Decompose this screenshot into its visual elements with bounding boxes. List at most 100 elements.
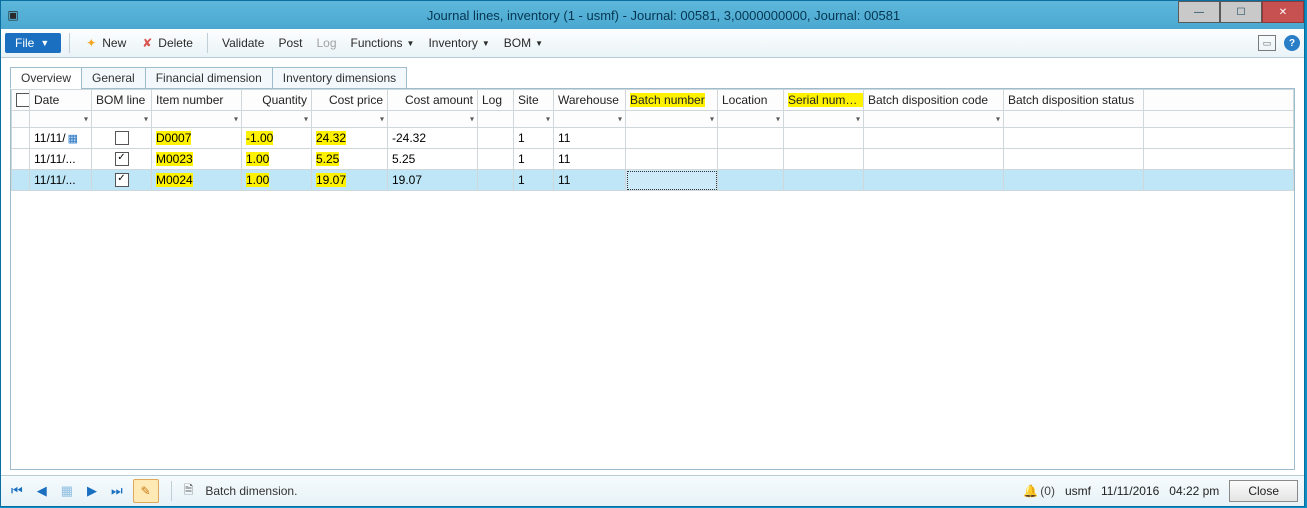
checkbox-icon[interactable]: ✓ (115, 152, 129, 166)
cell-site[interactable]: 1 (514, 170, 554, 191)
cell-serial-number[interactable] (784, 128, 864, 149)
cell-batch-number[interactable] (626, 149, 718, 170)
filter-date[interactable]: ▾ (30, 111, 92, 128)
cell-location[interactable] (718, 128, 784, 149)
cell-batch-number[interactable] (626, 128, 718, 149)
calendar-icon[interactable]: ▦ (68, 132, 78, 145)
table-row[interactable]: 11/11/...✓M00231.005.255.25111 (12, 149, 1294, 170)
cell-bom-line[interactable] (92, 128, 152, 149)
cell-date[interactable]: 11/11/... (30, 170, 92, 191)
cell-item-number[interactable]: M0023 (152, 149, 242, 170)
col-item-number[interactable]: Item number (152, 90, 242, 111)
checkbox-icon[interactable] (16, 93, 30, 107)
attachment-icon[interactable]: ▭ (1258, 35, 1276, 51)
cell-item-number[interactable]: D0007 (152, 128, 242, 149)
notifications-button[interactable]: 🔔 (0) (1023, 484, 1055, 498)
cell-quantity[interactable]: 1.00 (242, 170, 312, 191)
maximize-button[interactable]: ☐ (1220, 1, 1262, 23)
col-log[interactable]: Log (478, 90, 514, 111)
tab-overview[interactable]: Overview (10, 67, 82, 89)
table-row[interactable]: 11/11/▦ D0007-1.0024.32-24.32 111 (12, 128, 1294, 149)
cell-cost-price[interactable]: 5.25 (312, 149, 388, 170)
col-batch-disposition-code[interactable]: Batch disposition code (864, 90, 1004, 111)
cell-serial-number[interactable] (784, 170, 864, 191)
filter-location[interactable]: ▾ (718, 111, 784, 128)
filter-batch[interactable]: ▾ (626, 111, 718, 128)
cell-disposition-code[interactable] (864, 170, 1004, 191)
cell-location[interactable] (718, 170, 784, 191)
help-icon[interactable]: ? (1284, 35, 1300, 51)
filter-cost-amount[interactable]: ▾ (388, 111, 478, 128)
inventory-menu[interactable]: Inventory ▼ (422, 33, 495, 53)
bom-menu[interactable]: BOM ▼ (498, 33, 549, 53)
cell-cost-amount[interactable]: -24.32 (388, 128, 478, 149)
cell-serial-number[interactable] (784, 149, 864, 170)
cell-bom-line[interactable]: ✓ (92, 149, 152, 170)
cell-warehouse[interactable]: 11 (554, 170, 626, 191)
filter-item-number[interactable]: ▾ (152, 111, 242, 128)
checkbox-icon[interactable] (115, 131, 129, 145)
cell-cost-price[interactable]: 24.32 (312, 128, 388, 149)
next-record-button[interactable]: ▶ (83, 483, 101, 499)
col-cost-amount[interactable]: Cost amount (388, 90, 478, 111)
post-button[interactable]: Post (272, 33, 308, 53)
tab-financial-dimension[interactable]: Financial dimension (145, 67, 273, 89)
prev-record-button[interactable]: ◀ (33, 483, 51, 499)
file-menu[interactable]: File ▼ (5, 33, 61, 53)
col-warehouse[interactable]: Warehouse (554, 90, 626, 111)
cell-quantity[interactable]: -1.00 (242, 128, 312, 149)
cell-quantity[interactable]: 1.00 (242, 149, 312, 170)
col-site[interactable]: Site (514, 90, 554, 111)
minimize-button[interactable]: — (1178, 1, 1220, 23)
cell-date[interactable]: 11/11/... (30, 149, 92, 170)
journal-lines-grid[interactable]: Date BOM line Item number Quantity Cost … (11, 89, 1294, 191)
cell-disposition-status[interactable] (1004, 128, 1144, 149)
cell-warehouse[interactable]: 11 (554, 128, 626, 149)
cell-disposition-code[interactable] (864, 128, 1004, 149)
col-quantity[interactable]: Quantity (242, 90, 312, 111)
cell-disposition-status[interactable] (1004, 149, 1144, 170)
cell-disposition-code[interactable] (864, 149, 1004, 170)
validate-button[interactable]: Validate (216, 33, 270, 53)
new-button[interactable]: ✦ New (78, 33, 132, 53)
col-location[interactable]: Location (718, 90, 784, 111)
cell-disposition-status[interactable] (1004, 170, 1144, 191)
col-bom-line[interactable]: BOM line (92, 90, 152, 111)
filter-serial[interactable]: ▾ (784, 111, 864, 128)
functions-menu[interactable]: Functions ▼ (345, 33, 421, 53)
col-cost-price[interactable]: Cost price (312, 90, 388, 111)
col-batch-number[interactable]: Batch number (626, 90, 718, 111)
cell-item-number[interactable]: M0024 (152, 170, 242, 191)
grid-view-button[interactable]: ▦ (57, 483, 77, 499)
cell-cost-amount[interactable]: 19.07 (388, 170, 478, 191)
filter-warehouse[interactable]: ▾ (554, 111, 626, 128)
filter-cost-price[interactable]: ▾ (312, 111, 388, 128)
filter-site[interactable]: ▾ (514, 111, 554, 128)
cell-date[interactable]: 11/11/▦ (30, 128, 92, 149)
tab-general[interactable]: General (81, 67, 146, 89)
cell-cost-amount[interactable]: 5.25 (388, 149, 478, 170)
cell-cost-price[interactable]: 19.07 (312, 170, 388, 191)
log-button[interactable]: Log (310, 33, 342, 53)
close-button[interactable]: Close (1229, 480, 1298, 502)
col-batch-disposition-status[interactable]: Batch disposition status (1004, 90, 1144, 111)
col-date[interactable]: Date (30, 90, 92, 111)
cell-location[interactable] (718, 149, 784, 170)
first-record-button[interactable]: ⏮ (7, 483, 27, 499)
filter-quantity[interactable]: ▾ (242, 111, 312, 128)
table-row[interactable]: 11/11/...✓M00241.0019.0719.07111 (12, 170, 1294, 191)
cell-bom-line[interactable]: ✓ (92, 170, 152, 191)
last-record-button[interactable]: ⏭ (107, 483, 127, 499)
filter-bom-line[interactable]: ▾ (92, 111, 152, 128)
checkbox-icon[interactable]: ✓ (115, 173, 129, 187)
cell-warehouse[interactable]: 11 (554, 149, 626, 170)
tab-inventory-dimensions[interactable]: Inventory dimensions (272, 67, 407, 89)
filter-dispcode[interactable]: ▾ (864, 111, 1004, 128)
edit-mode-button[interactable]: ✎ (133, 479, 159, 503)
cell-batch-number[interactable] (626, 170, 718, 191)
close-window-button[interactable]: ✕ (1262, 1, 1304, 23)
col-serial-number[interactable]: Serial number (784, 90, 864, 111)
document-icon[interactable]: 🗎 (184, 481, 194, 502)
select-all-header[interactable] (12, 90, 30, 111)
cell-site[interactable]: 1 (514, 128, 554, 149)
